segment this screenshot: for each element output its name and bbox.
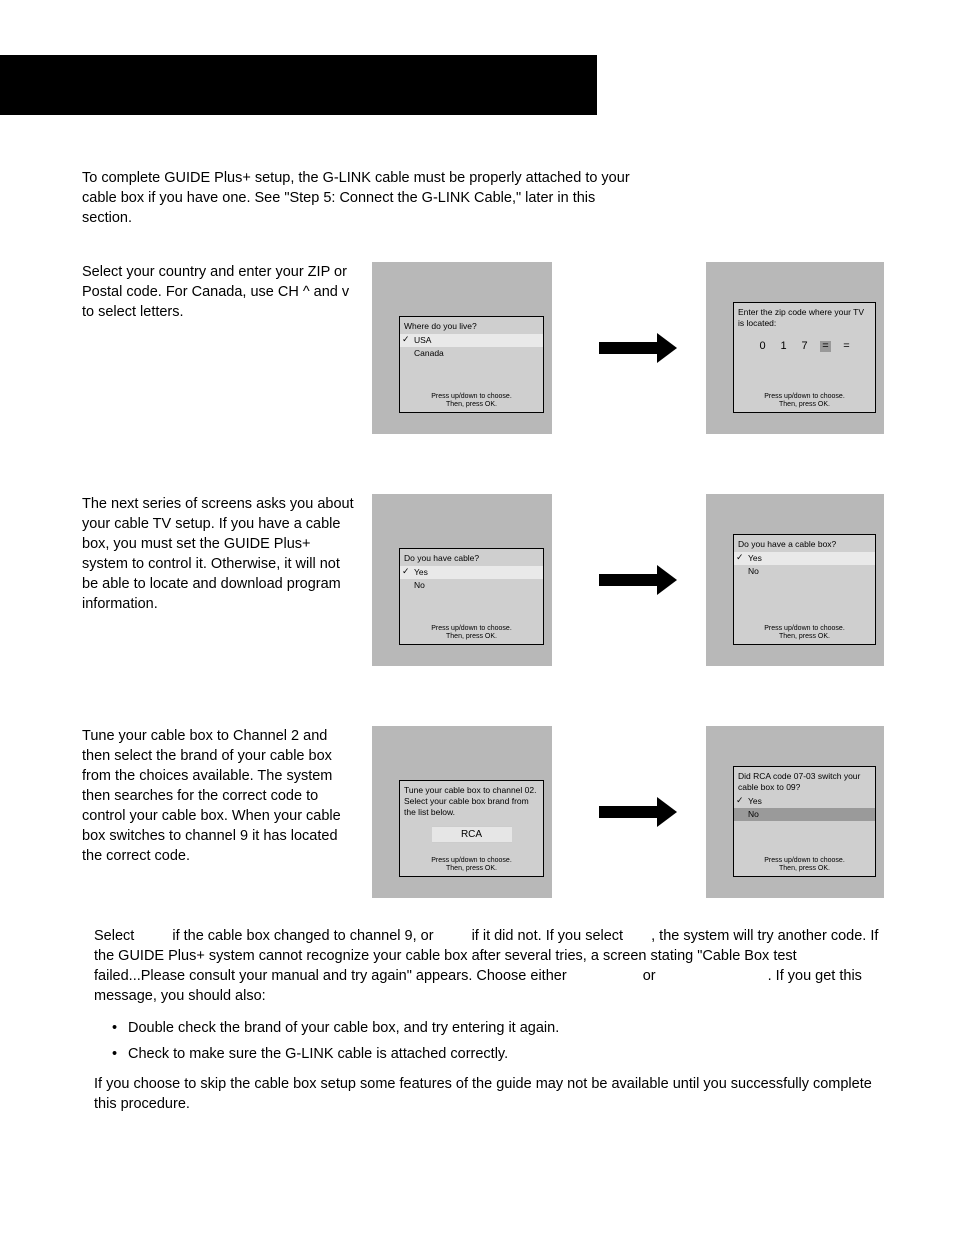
option-usa[interactable]: ✓ USA [400, 334, 543, 347]
step-row-2: The next series of screens asks you abou… [82, 494, 884, 666]
check-icon: ✓ [402, 334, 410, 345]
dialog-question: Do you have cable? [400, 549, 543, 566]
option-label: Yes [748, 553, 762, 563]
dialog-footer: Press up/down to choose. Then, press OK. [734, 857, 875, 873]
dialog-footer: Press up/down to choose. Then, press OK. [734, 393, 875, 409]
arrow-right-icon [599, 342, 659, 354]
t: if the cable box changed to channel 9, o… [172, 928, 433, 944]
step1-text: Select your country and enter your ZIP o… [82, 262, 372, 322]
zip-d4: = [820, 341, 831, 352]
step2-text: The next series of screens asks you abou… [82, 494, 372, 614]
option-yes[interactable]: ✓ Yes [734, 552, 875, 565]
dialog-question: Tune your cable box to channel 02. Selec… [400, 781, 543, 820]
dialog-footer: Press up/down to choose. Then, press OK. [400, 857, 543, 873]
option-canada[interactable]: Canada [400, 347, 543, 360]
screen-code-test: Did RCA code 07-03 switch your cable box… [706, 726, 884, 898]
option-label: No [748, 809, 759, 819]
option-label: No [748, 566, 759, 576]
foot-line1: Press up/down to choose. [734, 857, 875, 865]
foot-line2: Then, press OK. [400, 865, 543, 873]
screen-tune-brand: Tune your cable box to channel 02. Selec… [372, 726, 552, 898]
step3-text: Tune your cable box to Channel 2 and the… [82, 726, 372, 866]
arrow-cell [552, 574, 706, 586]
dialog-question: Did RCA code 07-03 switch your cable box… [734, 767, 875, 795]
dialog-question: Enter the zip code where your TV is loca… [734, 303, 875, 331]
check-icon: ✓ [402, 566, 410, 577]
screen-have-cablebox: Do you have a cable box? ✓ Yes No Press u… [706, 494, 884, 666]
arrow-right-icon [599, 574, 659, 586]
foot-line2: Then, press OK. [400, 633, 543, 641]
step-row-1: Select your country and enter your ZIP o… [82, 262, 884, 434]
page: To complete GUIDE Plus+ setup, the G-LIN… [0, 0, 954, 1235]
t: Select [94, 928, 134, 944]
option-no[interactable]: No [400, 579, 543, 592]
screen-have-cable: Do you have cable? ✓ Yes No Press up/down… [372, 494, 552, 666]
option-no[interactable]: No [734, 808, 875, 821]
check-icon: ✓ [736, 795, 744, 806]
foot-line1: Press up/down to choose. [734, 625, 875, 633]
foot-line2: Then, press OK. [734, 401, 875, 409]
dialog-country: Where do you live? ✓ USA Canada Press up/… [399, 316, 544, 413]
option-label: Yes [748, 796, 762, 806]
dialog-tune-brand: Tune your cable box to channel 02. Selec… [399, 780, 544, 877]
foot-line1: Press up/down to choose. [400, 625, 543, 633]
screen-zipcode: Enter the zip code where your TV is loca… [706, 262, 884, 434]
dialog-footer: Press up/down to choose. Then, press OK. [400, 393, 543, 409]
foot-line2: Then, press OK. [734, 865, 875, 873]
bottom-section: Select if the cable box changed to chann… [94, 926, 884, 1114]
option-label: Canada [414, 348, 444, 358]
step2-screens: Do you have cable? ✓ Yes No Press up/down… [372, 494, 884, 666]
intro-paragraph: To complete GUIDE Plus+ setup, the G-LIN… [82, 168, 637, 228]
option-label: USA [414, 335, 431, 345]
zip-digits[interactable]: 0 1 7 = = [734, 331, 875, 352]
step1-screens: Where do you live? ✓ USA Canada Press up/… [372, 262, 884, 434]
arrow-right-icon [599, 806, 659, 818]
check-icon: ✓ [736, 552, 744, 563]
brand-option[interactable]: RCA [432, 826, 512, 843]
zip-d5: = [841, 341, 852, 352]
dialog-zipcode: Enter the zip code where your TV is loca… [733, 302, 876, 413]
zip-d2: 1 [778, 341, 789, 352]
option-label: No [414, 580, 425, 590]
zip-d1: 0 [757, 341, 768, 352]
screen-country: Where do you live? ✓ USA Canada Press up/… [372, 262, 552, 434]
dialog-code-test: Did RCA code 07-03 switch your cable box… [733, 766, 876, 877]
dialog-footer: Press up/down to choose. Then, press OK. [734, 625, 875, 641]
header-blackbar [0, 55, 597, 115]
t: or [643, 968, 656, 984]
result-paragraph: Select if the cable box changed to chann… [94, 926, 884, 1006]
arrow-cell [552, 806, 706, 818]
t: if it did not. If you select [472, 928, 624, 944]
bullet-2: Check to make sure the G-LINK cable is a… [94, 1044, 884, 1064]
step-row-3: Tune your cable box to Channel 2 and the… [82, 726, 884, 898]
foot-line2: Then, press OK. [734, 633, 875, 641]
zip-d3: 7 [799, 341, 810, 352]
dialog-footer: Press up/down to choose. Then, press OK. [400, 625, 543, 641]
option-no[interactable]: No [734, 565, 875, 578]
option-yes[interactable]: ✓ Yes [400, 566, 543, 579]
foot-line2: Then, press OK. [400, 401, 543, 409]
dialog-have-cable: Do you have cable? ✓ Yes No Press up/down… [399, 548, 544, 645]
bullet-1: Double check the brand of your cable box… [94, 1018, 884, 1038]
foot-line1: Press up/down to choose. [400, 393, 543, 401]
dialog-have-cablebox: Do you have a cable box? ✓ Yes No Press u… [733, 534, 876, 645]
dialog-question: Do you have a cable box? [734, 535, 875, 552]
foot-line1: Press up/down to choose. [400, 857, 543, 865]
option-yes[interactable]: ✓ Yes [734, 795, 875, 808]
step3-screens: Tune your cable box to channel 02. Selec… [372, 726, 884, 898]
arrow-cell [552, 342, 706, 354]
body-content: To complete GUIDE Plus+ setup, the G-LIN… [82, 168, 884, 1126]
dialog-question: Where do you live? [400, 317, 543, 334]
option-label: Yes [414, 567, 428, 577]
foot-line1: Press up/down to choose. [734, 393, 875, 401]
final-paragraph: If you choose to skip the cable box setu… [94, 1074, 884, 1114]
